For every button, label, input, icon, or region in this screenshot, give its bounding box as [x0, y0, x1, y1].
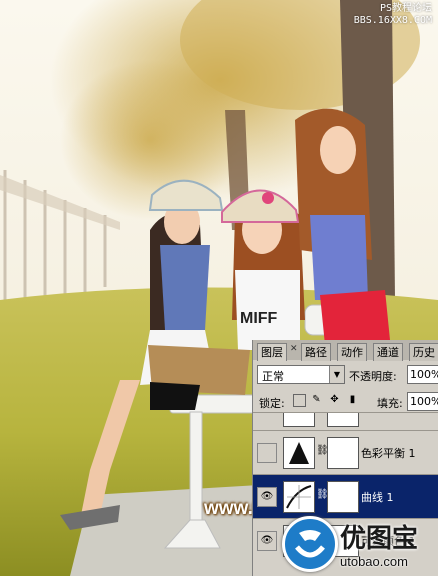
fill-label: 填充: [377, 397, 403, 410]
close-icon[interactable]: ✕ [290, 344, 298, 354]
chevron-down-icon[interactable]: ▼ [329, 366, 344, 383]
tab-layers[interactable]: 图层 [257, 343, 287, 361]
layer-row-color-balance[interactable]: ⛓ 色彩平衡 1 [253, 430, 438, 475]
lock-transparent-icon[interactable] [293, 394, 306, 407]
lock-icon[interactable]: ▮ [347, 394, 358, 405]
adjustment-icon [283, 413, 315, 427]
layer-name: 曲线 1 [361, 491, 394, 504]
eye-icon[interactable]: 👁 [257, 487, 277, 507]
lock-row: 锁定: ✎ ✥ ▮ 填充: 100% [253, 390, 438, 412]
opacity-label: 不透明度: [349, 370, 397, 383]
blend-mode-value: 正常 [262, 370, 284, 383]
logo-mark-icon [282, 516, 338, 572]
logo-name: 优图宝 [340, 524, 419, 554]
tab-history[interactable]: 历史记 [409, 343, 438, 361]
move-icon[interactable]: ✥ [329, 394, 340, 405]
tab-actions[interactable]: 动作 [337, 343, 367, 361]
link-icon: ⛓ [316, 445, 329, 456]
brush-icon[interactable]: ✎ [311, 394, 322, 405]
opacity-input[interactable]: 100% [407, 365, 438, 384]
blend-mode-select[interactable]: 正常 ▼ [257, 365, 345, 384]
utobao-logo: 优图宝 utobao.com [282, 512, 438, 576]
watermark-forum: PS教程论坛 BBS.16XX8.COM [354, 3, 432, 27]
blend-row: 正常 ▼ 不透明度: 100% [253, 362, 438, 386]
lock-label: 锁定: [259, 397, 285, 410]
eye-icon[interactable]: 👁 [257, 531, 277, 551]
color-balance-icon [283, 437, 315, 469]
watermark-line2: BBS.16XX8.COM [353, 15, 432, 26]
watermark-line1: PS教程论坛 [379, 3, 432, 14]
tab-paths[interactable]: 路径 [301, 343, 331, 361]
panel-tabs: 图层 ✕ 路径 动作 通道 历史记 [253, 340, 438, 361]
layer-name: 色彩平衡 1 [361, 447, 416, 460]
tab-channels[interactable]: 通道 [373, 343, 403, 361]
layer-mask-thumb [327, 413, 359, 427]
layer-mask-thumb [327, 481, 359, 513]
link-icon: ⛓ [316, 489, 329, 500]
layer-mask-thumb [327, 437, 359, 469]
visibility-toggle[interactable] [257, 443, 277, 463]
curves-icon [283, 481, 315, 513]
svg-text:MIFF: MIFF [240, 310, 278, 327]
logo-url: utobao.com [340, 554, 408, 569]
layer-row[interactable] [253, 412, 438, 431]
fill-input[interactable]: 100% [407, 392, 438, 411]
